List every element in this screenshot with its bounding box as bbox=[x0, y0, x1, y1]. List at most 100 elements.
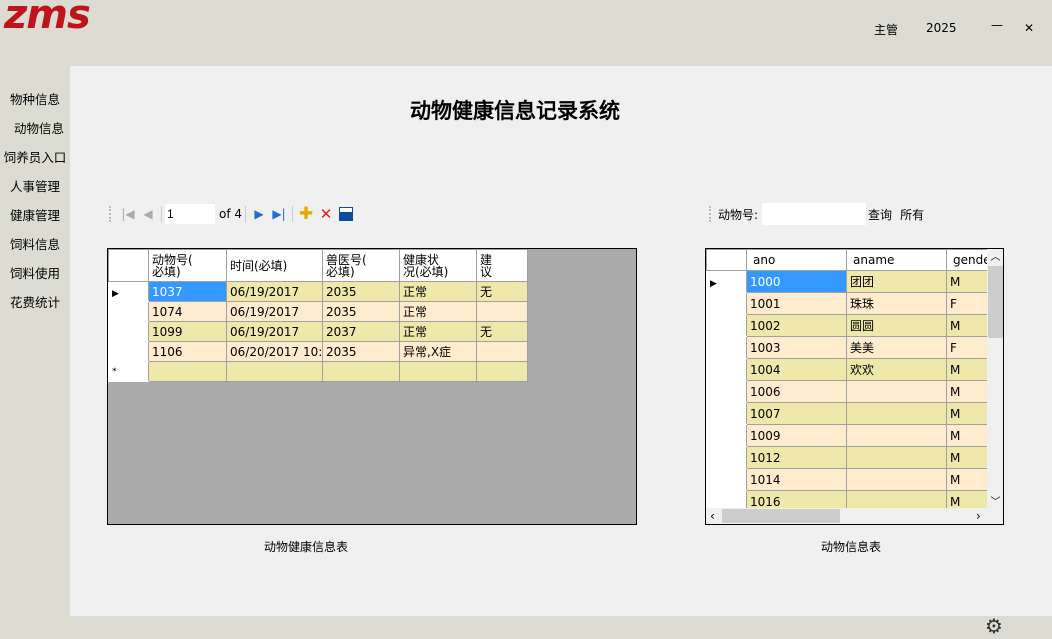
row-header[interactable] bbox=[108, 341, 149, 362]
table-cell[interactable]: 1009 bbox=[746, 424, 847, 447]
row-header[interactable] bbox=[706, 336, 747, 359]
table-cell[interactable] bbox=[846, 424, 947, 447]
row-header[interactable] bbox=[706, 380, 747, 403]
table-cell[interactable] bbox=[476, 341, 528, 362]
table-cell[interactable]: 欢欢 bbox=[846, 358, 947, 381]
animal-id-input[interactable] bbox=[762, 203, 867, 225]
table-cell[interactable]: M bbox=[946, 468, 988, 491]
table-cell[interactable] bbox=[846, 380, 947, 403]
column-header[interactable]: 建 议 bbox=[476, 249, 528, 282]
table-cell[interactable]: 06/20/2017 10:20 bbox=[226, 341, 323, 362]
table-row[interactable]: 1001 珠珠 F bbox=[706, 292, 988, 315]
horizontal-scrollbar[interactable]: ‹ › bbox=[706, 508, 1003, 524]
row-header[interactable]: ▶ bbox=[706, 270, 747, 293]
gear-icon[interactable]: ⚙ bbox=[985, 614, 1003, 638]
nav-item[interactable]: 人事管理 bbox=[0, 176, 70, 195]
table-cell[interactable]: 2037 bbox=[322, 321, 400, 342]
delete-icon[interactable]: ✕ bbox=[316, 204, 336, 224]
save-icon[interactable] bbox=[336, 204, 356, 224]
table-cell[interactable]: 1074 bbox=[148, 301, 227, 322]
move-last-icon[interactable]: ▶| bbox=[269, 204, 289, 224]
table-cell[interactable]: 1001 bbox=[746, 292, 847, 315]
table-row[interactable]: 1004 欢欢 M bbox=[706, 358, 988, 381]
table-cell[interactable]: 2035 bbox=[322, 301, 400, 322]
table-cell[interactable] bbox=[226, 361, 323, 382]
nav-item[interactable]: 饲料使用 bbox=[0, 263, 70, 282]
row-header[interactable] bbox=[706, 468, 747, 491]
table-cell[interactable] bbox=[476, 301, 528, 322]
table-cell[interactable]: 正常 bbox=[399, 281, 477, 302]
scroll-thumb[interactable] bbox=[988, 266, 1003, 338]
table-cell[interactable]: 圆圆 bbox=[846, 314, 947, 337]
toolbar-grip[interactable] bbox=[109, 206, 112, 222]
table-row[interactable]: 1007 M bbox=[706, 402, 988, 425]
table-cell[interactable]: 美美 bbox=[846, 336, 947, 359]
query-button[interactable]: 查询 bbox=[868, 206, 892, 223]
table-cell[interactable]: 06/19/2017 bbox=[226, 321, 323, 342]
table-row[interactable]: 1014 M bbox=[706, 468, 988, 491]
nav-item[interactable]: 花费统计 bbox=[0, 292, 70, 311]
table-cell[interactable]: M bbox=[946, 314, 988, 337]
table-cell[interactable]: 1003 bbox=[746, 336, 847, 359]
table-cell[interactable] bbox=[148, 361, 227, 382]
close-button[interactable]: ✕ bbox=[1024, 21, 1034, 35]
table-cell[interactable]: 1014 bbox=[746, 468, 847, 491]
minimize-button[interactable]: — bbox=[991, 18, 1003, 32]
table-cell[interactable]: 团团 bbox=[846, 270, 947, 293]
move-previous-icon[interactable]: ◀ bbox=[138, 204, 158, 224]
column-header[interactable]: 动物号( 必填) bbox=[148, 249, 227, 282]
table-cell[interactable]: M bbox=[946, 380, 988, 403]
table-cell[interactable]: F bbox=[946, 336, 988, 359]
show-all-button[interactable]: 所有 bbox=[900, 206, 924, 223]
table-cell[interactable]: M bbox=[946, 270, 988, 293]
table-cell[interactable]: 1004 bbox=[746, 358, 847, 381]
table-cell[interactable] bbox=[846, 402, 947, 425]
table-cell[interactable] bbox=[846, 446, 947, 469]
row-header[interactable]: ▶ bbox=[108, 281, 149, 302]
table-row[interactable]: 1074 06/19/2017 2035 正常 bbox=[108, 301, 528, 322]
table-row[interactable]: ▶ 1000 团团 M bbox=[706, 270, 988, 293]
table-cell[interactable] bbox=[846, 468, 947, 491]
table-cell[interactable]: 珠珠 bbox=[846, 292, 947, 315]
table-row[interactable]: 1006 M bbox=[706, 380, 988, 403]
vertical-scrollbar[interactable]: ︿ ﹀ bbox=[987, 249, 1003, 508]
table-cell[interactable]: M bbox=[946, 424, 988, 447]
row-header[interactable] bbox=[706, 446, 747, 469]
table-cell[interactable]: 1106 bbox=[148, 341, 227, 362]
position-input[interactable] bbox=[165, 204, 215, 224]
table-cell[interactable]: 1099 bbox=[148, 321, 227, 342]
table-cell[interactable]: 2035 bbox=[322, 341, 400, 362]
table-cell[interactable]: 无 bbox=[476, 321, 528, 342]
table-cell[interactable]: F bbox=[946, 292, 988, 315]
table-cell[interactable] bbox=[399, 361, 477, 382]
row-header[interactable] bbox=[706, 314, 747, 337]
table-cell[interactable]: 无 bbox=[476, 281, 528, 302]
table-row[interactable]: 1002 圆圆 M bbox=[706, 314, 988, 337]
table-cell[interactable] bbox=[476, 361, 528, 382]
move-first-icon[interactable]: |◀ bbox=[118, 204, 138, 224]
table-row[interactable]: 1003 美美 F bbox=[706, 336, 988, 359]
column-header[interactable]: gender bbox=[946, 249, 988, 271]
row-header[interactable] bbox=[706, 292, 747, 315]
table-row[interactable]: 1099 06/19/2017 2037 正常无 bbox=[108, 321, 528, 342]
column-header[interactable]: ano bbox=[746, 249, 847, 271]
toolbar-grip[interactable] bbox=[709, 206, 712, 222]
column-header[interactable]: 健康状 况(必填) bbox=[399, 249, 477, 282]
table-cell[interactable]: 06/19/2017 bbox=[226, 281, 323, 302]
animal-grid[interactable]: anoanamegender▶1000团团M1001珠珠F1002圆圆M1003… bbox=[705, 248, 1004, 525]
column-header[interactable]: 时间(必填) bbox=[226, 249, 323, 282]
table-cell[interactable]: 正常 bbox=[399, 301, 477, 322]
table-row[interactable]: 1009 M bbox=[706, 424, 988, 447]
table-cell[interactable]: 1012 bbox=[746, 446, 847, 469]
table-cell[interactable]: 1007 bbox=[746, 402, 847, 425]
table-row[interactable]: 1012 M bbox=[706, 446, 988, 469]
move-next-icon[interactable]: ▶ bbox=[249, 204, 269, 224]
nav-item[interactable]: 动物信息 bbox=[4, 118, 74, 137]
row-header[interactable] bbox=[706, 358, 747, 381]
row-header[interactable] bbox=[706, 402, 747, 425]
table-cell[interactable]: M bbox=[946, 402, 988, 425]
health-records-grid[interactable]: 动物号( 必填) 时间(必填) 兽医号( 必填) 健康状 况(必填) 建 议 ▶ 1037 0… bbox=[107, 248, 637, 525]
table-row[interactable]: 110606/20/2017 10:202035异常,X症 bbox=[108, 341, 528, 362]
add-icon[interactable]: ✚ bbox=[296, 204, 316, 224]
nav-item[interactable]: 饲养员入口 bbox=[0, 147, 70, 166]
